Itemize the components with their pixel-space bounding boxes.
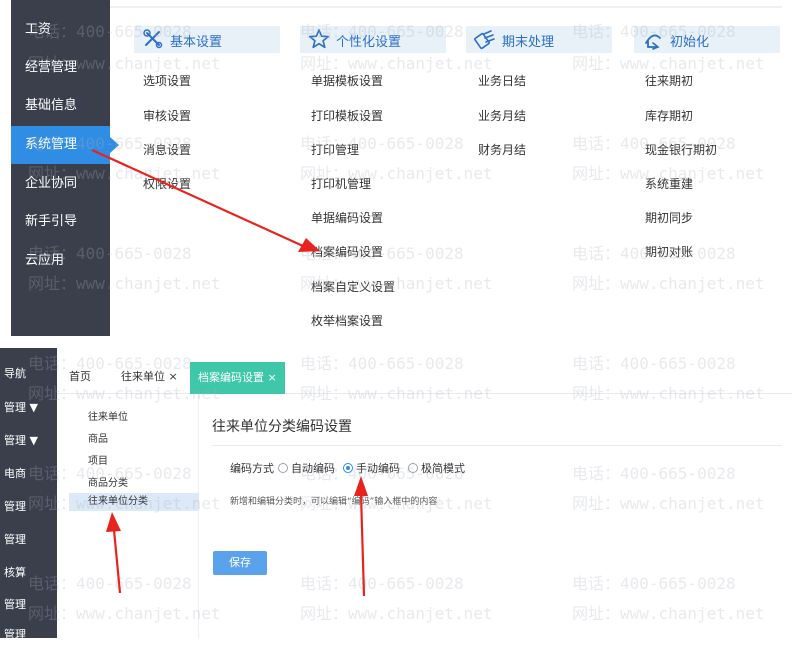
bottom-sidebar-item-7[interactable]: 管理 — [0, 590, 57, 620]
tab-archive-code-settings[interactable]: 档案编码设置 × — [190, 362, 285, 394]
coding-mode-label: 编码方式 — [230, 462, 274, 475]
column-header-period-end: 期末处理 — [466, 26, 612, 53]
initialize-icon — [645, 34, 661, 50]
menu-print-template[interactable]: 打印模板设置 — [311, 107, 383, 124]
bottom-sidebar-nav[interactable]: 导航 — [0, 359, 57, 389]
tree-item-partner[interactable]: 往来单位 — [88, 408, 128, 423]
column-header-basic: 基本设置 — [134, 26, 280, 53]
menu-partner-opening[interactable]: 往来期初 — [645, 72, 693, 89]
bottom-sidebar-item-4[interactable]: 管理 — [0, 492, 57, 522]
main-sidebar: 工资 经营管理 基础信息 系统管理 企业协同 新手引导 云应用 — [11, 0, 119, 336]
column-title-basic: 基本设置 — [170, 35, 223, 50]
save-button[interactable]: 保存 — [213, 551, 267, 575]
menu-permission-settings[interactable]: 权限设置 — [143, 175, 191, 192]
radio-auto-code[interactable] — [278, 463, 288, 473]
radio-auto-code-label[interactable]: 自动编码 — [291, 460, 335, 476]
basic-settings-icon — [143, 29, 163, 49]
bottom-sidebar-item-5[interactable]: 管理 — [0, 525, 57, 555]
bottom-sidebar-item-2[interactable]: 管理 ▼ — [0, 426, 57, 456]
archive-tree: 往来单位 商品 项目 商品分类 往来单位分类 — [57, 394, 199, 638]
menu-audit-settings[interactable]: 审核设置 — [143, 107, 191, 124]
tab-partner[interactable]: 往来单位 × — [121, 366, 178, 388]
mode-hint: 新增和编辑分类时，可以编辑“编码”输入框中的内容 — [230, 497, 438, 507]
menu-doc-template[interactable]: 单据模板设置 — [311, 72, 383, 89]
panel-divider — [0, 338, 792, 348]
title-divider — [212, 445, 782, 446]
menu-archive-code-settings[interactable]: 档案编码设置 — [311, 243, 383, 260]
tree-item-partner-category[interactable]: 往来单位分类 — [69, 493, 199, 511]
column-title-initialize: 初始化 — [670, 35, 710, 50]
menu-finance-close[interactable]: 财务月结 — [478, 141, 526, 158]
sidebar-item-business[interactable]: 经营管理 — [11, 49, 110, 87]
menu-opening-reconcile[interactable]: 期初对账 — [645, 243, 693, 260]
sidebar-item-salary[interactable]: 工资 — [11, 11, 110, 49]
radio-simple-mode[interactable] — [408, 463, 418, 473]
tree-item-product-category[interactable]: 商品分类 — [88, 474, 128, 489]
bottom-sidebar-item-1[interactable]: 管理 ▼ — [0, 393, 57, 423]
sidebar-item-basic-info[interactable]: 基础信息 — [11, 87, 110, 125]
column-title-period-end: 期末处理 — [502, 35, 555, 50]
archive-code-settings-panel: 导航 管理 ▼ 管理 ▼ 电商 管理 管理 核算 管理 管理 首页 往来单位 ×… — [0, 348, 792, 650]
menu-message-settings[interactable]: 消息设置 — [143, 141, 191, 158]
menu-cash-bank-opening[interactable]: 现金银行期初 — [645, 141, 717, 158]
settings-content: 往来单位分类编码设置 编码方式 自动编码 手动编码 极简模式 新增和编辑分类时，… — [199, 394, 792, 638]
menu-printer-manage[interactable]: 打印机管理 — [311, 175, 371, 192]
menu-stock-opening[interactable]: 库存期初 — [645, 107, 693, 124]
menu-monthly-close[interactable]: 业务月结 — [478, 107, 526, 124]
page-title: 往来单位分类编码设置 — [212, 419, 352, 435]
tab-home[interactable]: 首页 — [69, 366, 91, 388]
column-header-initialize: 初始化 — [634, 26, 780, 53]
sidebar-item-cloud[interactable]: 云应用 — [11, 242, 110, 280]
menu-enum-archive-settings[interactable]: 枚举档案设置 — [311, 312, 383, 329]
sidebar-item-guide[interactable]: 新手引导 — [11, 203, 110, 241]
menu-print-manage[interactable]: 打印管理 — [311, 141, 359, 158]
bottom-sidebar-item-6[interactable]: 核算 — [0, 558, 57, 588]
radio-manual-code[interactable] — [343, 463, 353, 473]
menu-doc-code-settings[interactable]: 单据编码设置 — [311, 209, 383, 226]
menu-daily-close[interactable]: 业务日结 — [478, 72, 526, 89]
radio-simple-mode-label[interactable]: 极简模式 — [421, 460, 465, 476]
top-border — [110, 6, 782, 8]
bottom-sidebar-item-8[interactable]: 管理 — [0, 620, 57, 638]
tree-item-product[interactable]: 商品 — [88, 430, 108, 445]
tree-item-project[interactable]: 项目 — [88, 452, 108, 467]
period-end-icon — [474, 30, 495, 50]
column-title-personalize: 个性化设置 — [336, 35, 402, 50]
column-header-personalize: 个性化设置 — [300, 26, 446, 53]
menu-archive-custom-settings[interactable]: 档案自定义设置 — [311, 278, 395, 295]
menu-opening-sync[interactable]: 期初同步 — [645, 209, 693, 226]
system-menu-panel: 工资 经营管理 基础信息 系统管理 企业协同 新手引导 云应用 基本设置 选项设… — [0, 0, 792, 338]
star-icon — [309, 29, 329, 49]
sidebar-item-system[interactable]: 系统管理 — [11, 126, 119, 164]
coding-mode-row: 编码方式 自动编码 手动编码 极简模式 — [230, 460, 465, 476]
bottom-sidebar: 导航 管理 ▼ 管理 ▼ 电商 管理 管理 核算 管理 管理 — [0, 348, 57, 638]
bottom-sidebar-item-3[interactable]: 电商 — [0, 459, 57, 489]
menu-system-rebuild[interactable]: 系统重建 — [645, 175, 693, 192]
sidebar-item-collaboration[interactable]: 企业协同 — [11, 165, 110, 203]
radio-manual-code-label[interactable]: 手动编码 — [356, 460, 400, 476]
menu-option-settings[interactable]: 选项设置 — [143, 72, 191, 89]
tab-bar: 首页 往来单位 × 档案编码设置 × — [57, 358, 792, 394]
